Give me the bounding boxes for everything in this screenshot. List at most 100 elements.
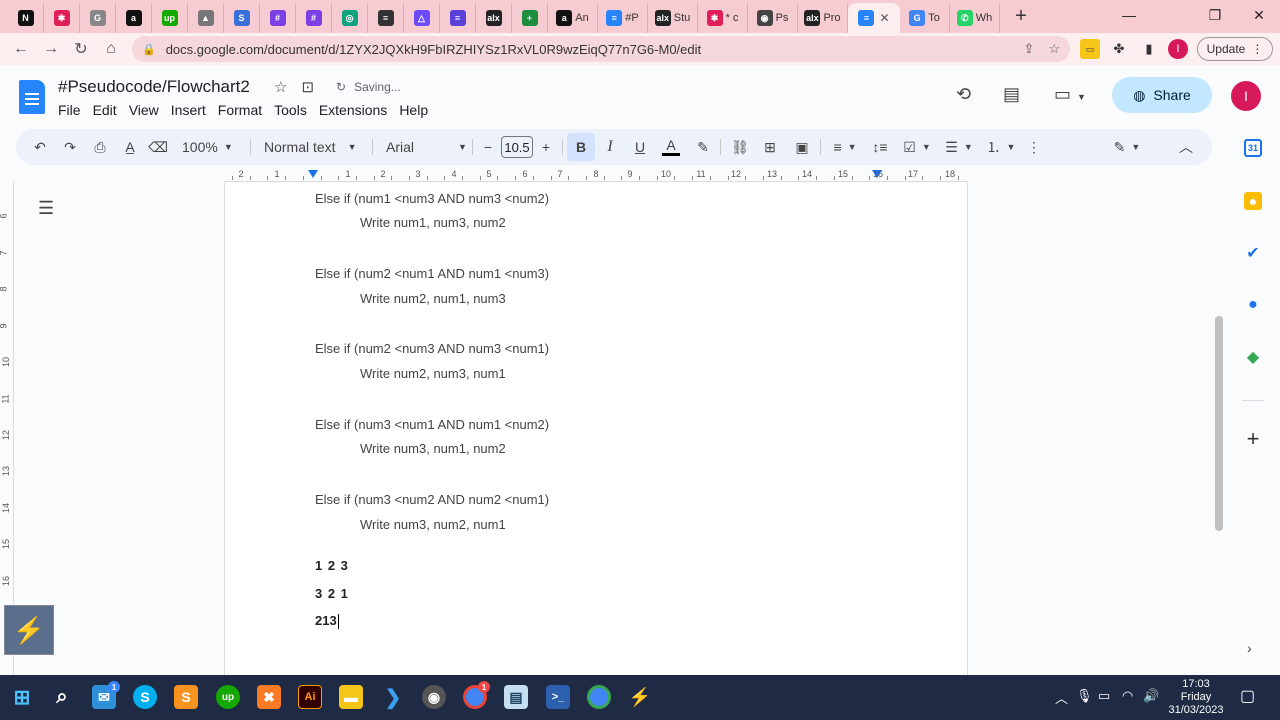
sample-output-line[interactable]: 1 2 3 [315, 558, 349, 573]
new-tab-button[interactable]: + [1006, 5, 1036, 28]
docs-logo-icon[interactable] [19, 80, 45, 114]
notepad-icon[interactable]: ▤ [504, 685, 528, 709]
browser-tab[interactable]: a [116, 3, 152, 33]
move-folder-icon[interactable]: ⊡ [301, 78, 314, 96]
browser-tab[interactable]: up [152, 3, 188, 33]
document-outline-icon[interactable]: ☰ [38, 198, 54, 219]
contacts-icon[interactable]: ● [1244, 296, 1262, 314]
pseudocode-condition-line[interactable]: Else if (num2 <num3 AND num3 <num1) [315, 341, 549, 356]
share-button[interactable]: ◍ Share [1112, 77, 1212, 113]
print-icon[interactable]: ⎙ [90, 136, 110, 158]
zoom-select[interactable]: 100% ▼ [182, 136, 233, 158]
taskbar-clock[interactable]: 17:03 Friday 31/03/2023 [1166, 678, 1226, 717]
expand-panel-chevron-icon[interactable]: › [1247, 640, 1252, 656]
calendar-icon[interactable]: 31 [1244, 139, 1262, 157]
volume-icon[interactable]: 🔊 [1143, 688, 1159, 704]
vscode-icon[interactable]: ❯ [381, 685, 405, 709]
browser-tab[interactable]: ✱ [44, 3, 80, 33]
align-left-icon[interactable]: ≡ ▼ [828, 136, 862, 158]
sample-output-line[interactable]: 213 [315, 613, 339, 630]
browser-tab[interactable]: ✱ * c [698, 3, 748, 33]
decrease-font-size-icon[interactable]: − [480, 136, 496, 158]
browser-tab[interactable]: + [512, 3, 548, 33]
browser-tab[interactable]: ◎ [332, 3, 368, 33]
illustrator-icon[interactable]: Ai [298, 685, 322, 709]
bulleted-list-icon[interactable]: ☰ ▼ [942, 136, 976, 158]
underline-button[interactable]: U [632, 136, 648, 158]
sample-output-line[interactable]: 3 2 1 [315, 586, 349, 601]
share-page-icon[interactable]: ⇪ [1023, 41, 1034, 57]
upwork-icon[interactable]: up [216, 685, 240, 709]
browser-tab[interactable]: # [296, 3, 332, 33]
pseudocode-write-line[interactable]: Write num3, num2, num1 [360, 517, 506, 532]
reload-icon[interactable]: ↻ [66, 39, 96, 59]
version-history-icon[interactable]: ⟲ [956, 84, 971, 105]
back-arrow-icon[interactable]: ← [6, 40, 36, 58]
battery-icon[interactable]: ▭ [1098, 688, 1110, 704]
spellcheck-icon[interactable]: A̲ [120, 136, 140, 158]
keep-icon[interactable]: ● [1244, 192, 1262, 210]
browser-tab[interactable]: ≡ #P [598, 3, 648, 33]
tasks-icon[interactable]: ✔ [1244, 244, 1262, 262]
menu-help[interactable]: Help [393, 102, 434, 120]
star-icon[interactable]: ☆ [274, 78, 287, 96]
browser-tab[interactable]: ◉ Ps [748, 3, 798, 33]
increase-font-size-icon[interactable]: + [538, 136, 554, 158]
xampp-icon[interactable]: ✖ [257, 685, 281, 709]
undo-icon[interactable]: ↶ [30, 136, 50, 158]
pseudocode-condition-line[interactable]: Else if (num3 <num1 AND num1 <num2) [315, 417, 549, 432]
bold-button[interactable]: B [567, 133, 595, 161]
account-avatar[interactable]: I [1231, 81, 1261, 111]
windows-start-icon[interactable]: ⊞ [10, 685, 34, 709]
notifications-icon[interactable]: ▢ [1240, 686, 1255, 706]
floating-app-thumbnail[interactable]: ⚡ [4, 605, 54, 655]
menu-file[interactable]: File [58, 102, 87, 120]
menu-format[interactable]: Format [212, 102, 268, 120]
browser-tab[interactable]: ≡ [368, 3, 404, 33]
more-options-icon[interactable]: ⋮ [1026, 136, 1042, 158]
horizontal-ruler[interactable]: 2 1 1 2 3 4 5 6 7 8 9 10 11 12 13 14 15 16 17 18 [224, 168, 968, 182]
extension-icon[interactable]: ▭ [1080, 39, 1100, 59]
bolt-app-icon[interactable]: ⚡ [628, 685, 652, 709]
obs-icon[interactable]: ◉ [422, 685, 446, 709]
browser-tab[interactable]: S [224, 3, 260, 33]
doc-title[interactable]: #Pseudocode/Flowchart2 [58, 77, 250, 97]
text-color-button[interactable]: A [662, 136, 680, 156]
update-button[interactable]: Update ⋮ [1197, 37, 1273, 61]
font-size-input[interactable]: 10.5 [501, 136, 533, 158]
side-panel-icon[interactable]: ▮ [1139, 39, 1159, 59]
profile-avatar[interactable]: I [1168, 39, 1188, 59]
pseudocode-write-line[interactable]: Write num1, num3, num2 [360, 215, 506, 230]
browser-tab[interactable]: N [8, 3, 44, 33]
insert-link-icon[interactable]: ⛓ [730, 136, 750, 158]
menu-extensions[interactable]: Extensions [313, 102, 393, 120]
pseudocode-write-line[interactable]: Write num2, num3, num1 [360, 366, 506, 381]
menu-edit[interactable]: Edit [87, 102, 123, 120]
paragraph-style-select[interactable]: Normal text ▼ [264, 136, 357, 158]
browser-tab[interactable]: ▲ [188, 3, 224, 33]
puzzle-extensions-icon[interactable]: ✤ [1109, 39, 1129, 59]
hide-menus-chevron-up-icon[interactable]: ︿ [1176, 136, 1196, 158]
browser-tab[interactable]: # [260, 3, 296, 33]
add-comment-icon[interactable]: ⊞ [760, 136, 780, 158]
file-explorer-icon[interactable]: ▬ [339, 685, 363, 709]
pseudocode-condition-line[interactable]: Else if (num2 <num1 AND num1 <num3) [315, 266, 549, 281]
bookmark-star-icon[interactable]: ☆ [1048, 41, 1060, 57]
browser-tab[interactable]: G To [900, 3, 950, 33]
pseudocode-write-line[interactable]: Write num2, num1, num3 [360, 291, 506, 306]
microphone-icon[interactable]: 🎙 [1076, 688, 1093, 704]
paint-format-icon[interactable]: ⌫ [148, 136, 168, 158]
browser-tab[interactable]: ✆ Wh [950, 3, 1000, 33]
browser-tab[interactable]: △ [404, 3, 440, 33]
close-window-button[interactable]: ✕ [1236, 0, 1280, 30]
close-tab-icon[interactable]: ✕ [879, 11, 889, 25]
document-scrollbar[interactable] [1215, 316, 1223, 531]
italic-button[interactable]: I [602, 136, 618, 158]
font-select[interactable]: Arial ▼ [386, 136, 467, 158]
wifi-icon[interactable]: ◠ [1122, 688, 1133, 704]
browser-tab[interactable]: ≡ ✕ [848, 3, 900, 33]
restore-window-button[interactable]: ❐ [1192, 0, 1238, 30]
line-spacing-icon[interactable]: ↕≡ [870, 136, 890, 158]
browser-tab[interactable]: alx Pro [798, 3, 848, 33]
highlight-pen-icon[interactable]: ✎ [694, 136, 712, 158]
